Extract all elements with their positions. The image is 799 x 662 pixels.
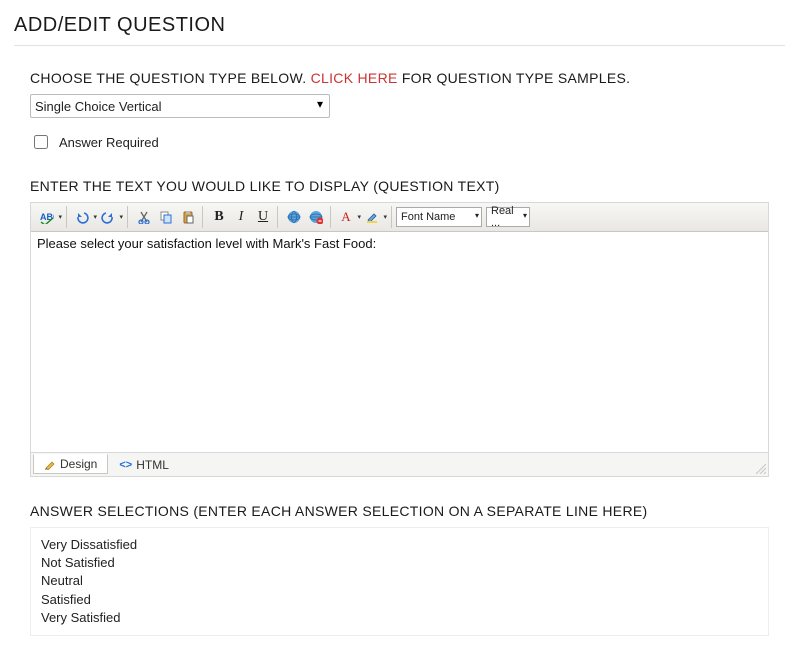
copy-button[interactable]: [155, 207, 177, 227]
italic-button[interactable]: I: [230, 207, 252, 227]
rte-mode-tabs: Design <> HTML: [31, 452, 768, 476]
tab-design[interactable]: Design: [33, 454, 108, 474]
answer-required-label: Answer Required: [59, 135, 159, 150]
rich-text-editor: ABC: [30, 202, 769, 477]
cut-button[interactable]: [133, 207, 155, 227]
prompt-post: FOR QUESTION TYPE SAMPLES.: [398, 70, 631, 86]
answer-line: Very Dissatisfied: [41, 536, 758, 554]
redo-button[interactable]: [98, 207, 124, 227]
insert-link-button[interactable]: [283, 207, 305, 227]
page-title: ADD/EDIT QUESTION: [14, 14, 785, 37]
answer-line: Not Satisfied: [41, 554, 758, 572]
answer-required-row: Answer Required: [30, 132, 769, 152]
answers-textarea[interactable]: Very Dissatisfied Not Satisfied Neutral …: [30, 527, 769, 636]
question-text-label: ENTER THE TEXT YOU WOULD LIKE TO DISPLAY…: [30, 178, 769, 194]
question-type-select[interactable]: Single Choice Vertical: [30, 94, 330, 118]
tab-html[interactable]: <> HTML: [108, 455, 180, 475]
highlight-color-button[interactable]: [362, 207, 388, 227]
undo-button[interactable]: [72, 207, 98, 227]
font-color-button[interactable]: A: [336, 207, 362, 227]
remove-link-button[interactable]: [305, 207, 327, 227]
spellcheck-button[interactable]: ABC: [37, 207, 63, 227]
bold-button[interactable]: B: [208, 207, 230, 227]
question-type-prompt: CHOOSE THE QUESTION TYPE BELOW. CLICK HE…: [30, 70, 769, 86]
rte-content: Please select your satisfaction level wi…: [37, 236, 376, 251]
underline-button[interactable]: U: [252, 207, 274, 227]
answers-label: ANSWER SELECTIONS (ENTER EACH ANSWER SEL…: [30, 503, 769, 519]
answer-selections-section: ANSWER SELECTIONS (ENTER EACH ANSWER SEL…: [14, 503, 785, 636]
sample-link[interactable]: CLICK HERE: [311, 70, 398, 86]
divider: [14, 45, 785, 46]
question-type-section: CHOOSE THE QUESTION TYPE BELOW. CLICK HE…: [14, 70, 785, 152]
tab-design-label: Design: [60, 457, 97, 471]
answer-required-checkbox[interactable]: [34, 135, 48, 149]
code-icon: <>: [119, 459, 132, 471]
rte-editor-area[interactable]: Please select your satisfaction level wi…: [31, 232, 768, 452]
question-text-section: ENTER THE TEXT YOU WOULD LIKE TO DISPLAY…: [14, 178, 785, 477]
pencil-icon: [44, 458, 56, 470]
rte-toolbar: ABC: [31, 203, 768, 232]
answer-line: Neutral: [41, 572, 758, 590]
paste-button[interactable]: [177, 207, 199, 227]
resize-grip[interactable]: [756, 464, 766, 474]
question-type-selected: Single Choice Vertical: [35, 99, 161, 114]
svg-text:ABC: ABC: [40, 212, 54, 222]
font-size-label: Real ...: [491, 205, 515, 229]
prompt-pre: CHOOSE THE QUESTION TYPE BELOW.: [30, 70, 311, 86]
answer-line: Very Satisfied: [41, 609, 758, 627]
font-name-label: Font Name: [401, 211, 455, 223]
answer-line: Satisfied: [41, 591, 758, 609]
font-size-select[interactable]: Real ...: [486, 207, 530, 227]
tab-html-label: HTML: [136, 458, 169, 472]
font-name-select[interactable]: Font Name: [396, 207, 482, 227]
